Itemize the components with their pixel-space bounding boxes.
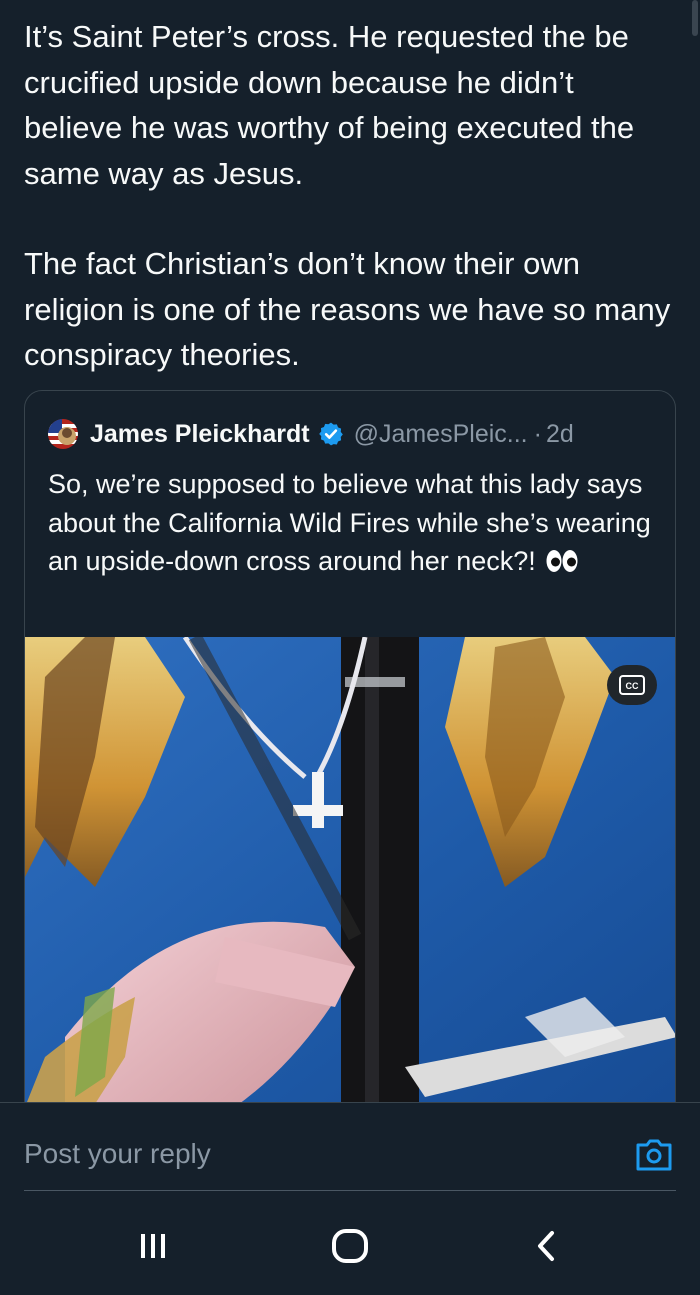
verified-badge-icon — [318, 422, 343, 446]
post-body: It’s Saint Peter’s cross. He requested t… — [24, 14, 674, 378]
camera-icon[interactable] — [635, 1137, 673, 1173]
back-icon — [538, 1231, 554, 1261]
video-thumbnail[interactable]: CC — [25, 637, 675, 1149]
home-button[interactable] — [325, 1224, 375, 1268]
eyes-emoji-icon — [546, 550, 578, 573]
closed-captions-icon: CC — [619, 675, 645, 695]
author-name[interactable]: James Pleickhardt — [90, 420, 310, 449]
reply-input[interactable]: Post your reply — [24, 1138, 211, 1170]
post-paragraph-2: The fact Christian’s don’t know their ow… — [24, 246, 671, 372]
cc-label: CC — [626, 681, 639, 691]
back-button[interactable] — [522, 1224, 572, 1268]
closed-captions-button[interactable]: CC — [607, 665, 657, 705]
post-paragraph-1: It’s Saint Peter’s cross. He requested t… — [24, 19, 635, 191]
quoted-post-card[interactable]: James Pleickhardt @JamesPleic... · 2d So… — [24, 390, 676, 1150]
author-handle[interactable]: @JamesPleic... — [354, 420, 528, 449]
quoted-post-text: So, we’re supposed to believe what this … — [48, 465, 658, 581]
recents-button[interactable] — [128, 1224, 178, 1268]
reply-underline — [24, 1190, 676, 1191]
scrollbar[interactable] — [692, 0, 698, 36]
android-navigation-bar — [0, 1194, 700, 1295]
quoted-post-header: James Pleickhardt @JamesPleic... · 2d — [48, 417, 574, 451]
reply-composer: Post your reply — [0, 1102, 700, 1194]
avatar[interactable] — [48, 419, 78, 449]
recents-icon — [141, 1234, 165, 1258]
separator-dot: · — [533, 419, 542, 448]
post-age[interactable]: 2d — [546, 420, 574, 449]
video-frame-image — [25, 637, 675, 1149]
home-icon — [332, 1229, 368, 1263]
